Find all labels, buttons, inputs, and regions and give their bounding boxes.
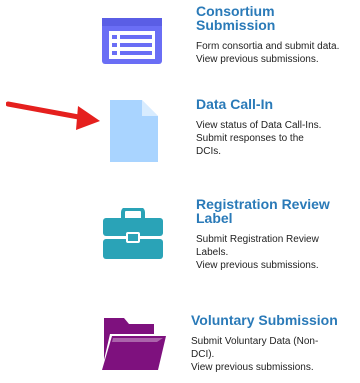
desc-line: View status of Data Call-Ins. — [196, 120, 322, 131]
desc-line: Submit Voluntary Data (Non- — [191, 336, 319, 347]
desc-line: DCIs. — [196, 146, 221, 157]
title-line[interactable]: Submission — [196, 18, 339, 32]
briefcase-icon[interactable] — [102, 208, 164, 260]
voluntary-description: Submit Voluntary Data (Non- DCI). View p… — [191, 335, 338, 374]
desc-line: DCI). — [191, 349, 215, 360]
desc-line: View previous submissions. — [196, 260, 319, 271]
title-line[interactable]: Label — [196, 211, 330, 225]
consortium-description: Form consortia and submit data. View pre… — [196, 40, 339, 66]
title-line[interactable]: Registration Review — [196, 197, 330, 211]
title-line[interactable]: Voluntary Submission — [191, 313, 338, 327]
title-line[interactable]: Data Call-In — [196, 97, 321, 111]
desc-line: View previous submissions. — [196, 54, 319, 65]
title-line[interactable]: Consortium — [196, 4, 339, 18]
red-arrow-icon — [5, 98, 102, 139]
data-call-in-link[interactable]: Data Call-In — [196, 97, 321, 111]
desc-line: View previous submissions. — [191, 362, 314, 373]
document-icon[interactable] — [110, 100, 158, 162]
desc-line: Submit Registration Review — [196, 234, 319, 245]
data-call-in-description: View status of Data Call-Ins. Submit res… — [196, 119, 321, 158]
voluntary-submission-link[interactable]: Voluntary Submission — [191, 313, 338, 327]
desc-line: Submit responses to the — [196, 133, 304, 144]
submission-options-panel: Consortium Submission Form consortia and… — [0, 0, 360, 383]
open-folder-icon[interactable] — [100, 316, 166, 372]
list-window-icon[interactable] — [100, 16, 164, 66]
desc-line: Form consortia and submit data. — [196, 41, 340, 52]
consortium-submission-link[interactable]: Consortium Submission — [196, 4, 339, 32]
registration-review-label-link[interactable]: Registration Review Label — [196, 197, 330, 225]
desc-line: Labels. — [196, 247, 229, 258]
registration-review-description: Submit Registration Review Labels. View … — [196, 233, 330, 272]
